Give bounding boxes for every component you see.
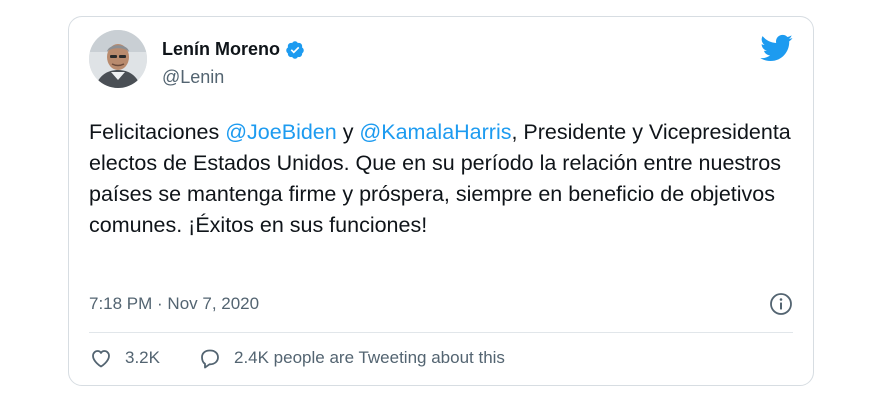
tweet-timestamp[interactable]: 7:18 PM · Nov 7, 2020: [89, 294, 259, 314]
divider: [89, 332, 793, 333]
speech-bubble-icon: [201, 349, 219, 369]
author-row: Lenín Moreno: [162, 39, 305, 60]
twitter-bird-icon[interactable]: [759, 31, 793, 65]
verified-badge-icon: [286, 40, 304, 59]
avatar-photo: [89, 30, 147, 88]
conversation-button[interactable]: 2.4K people are Tweeting about this: [198, 346, 505, 370]
heart-icon: [92, 350, 110, 368]
tweet-text: Felicitaciones @JoeBiden y @KamalaHarris…: [89, 117, 801, 241]
conversation-text: 2.4K people are Tweeting about this: [233, 348, 505, 367]
author-name[interactable]: Lenín Moreno: [162, 39, 280, 60]
like-button[interactable]: 3.2K: [89, 346, 160, 370]
tweet-actions: 3.2K 2.4K people are Tweeting about this: [89, 346, 505, 370]
info-icon[interactable]: [769, 292, 793, 316]
avatar[interactable]: [89, 30, 147, 88]
author-handle[interactable]: @Lenin: [162, 67, 224, 88]
mention-joebiden-link[interactable]: @JoeBiden: [225, 120, 336, 144]
like-count: 3.2K: [125, 348, 160, 367]
tweet-card[interactable]: Lenín Moreno @Lenin Felicitaciones @JoeB…: [68, 16, 814, 386]
tweet-text-part: y: [336, 120, 360, 144]
tweet-text-part: Felicitaciones: [89, 120, 226, 144]
mention-kamalaharris-link[interactable]: @KamalaHarris: [359, 120, 511, 144]
